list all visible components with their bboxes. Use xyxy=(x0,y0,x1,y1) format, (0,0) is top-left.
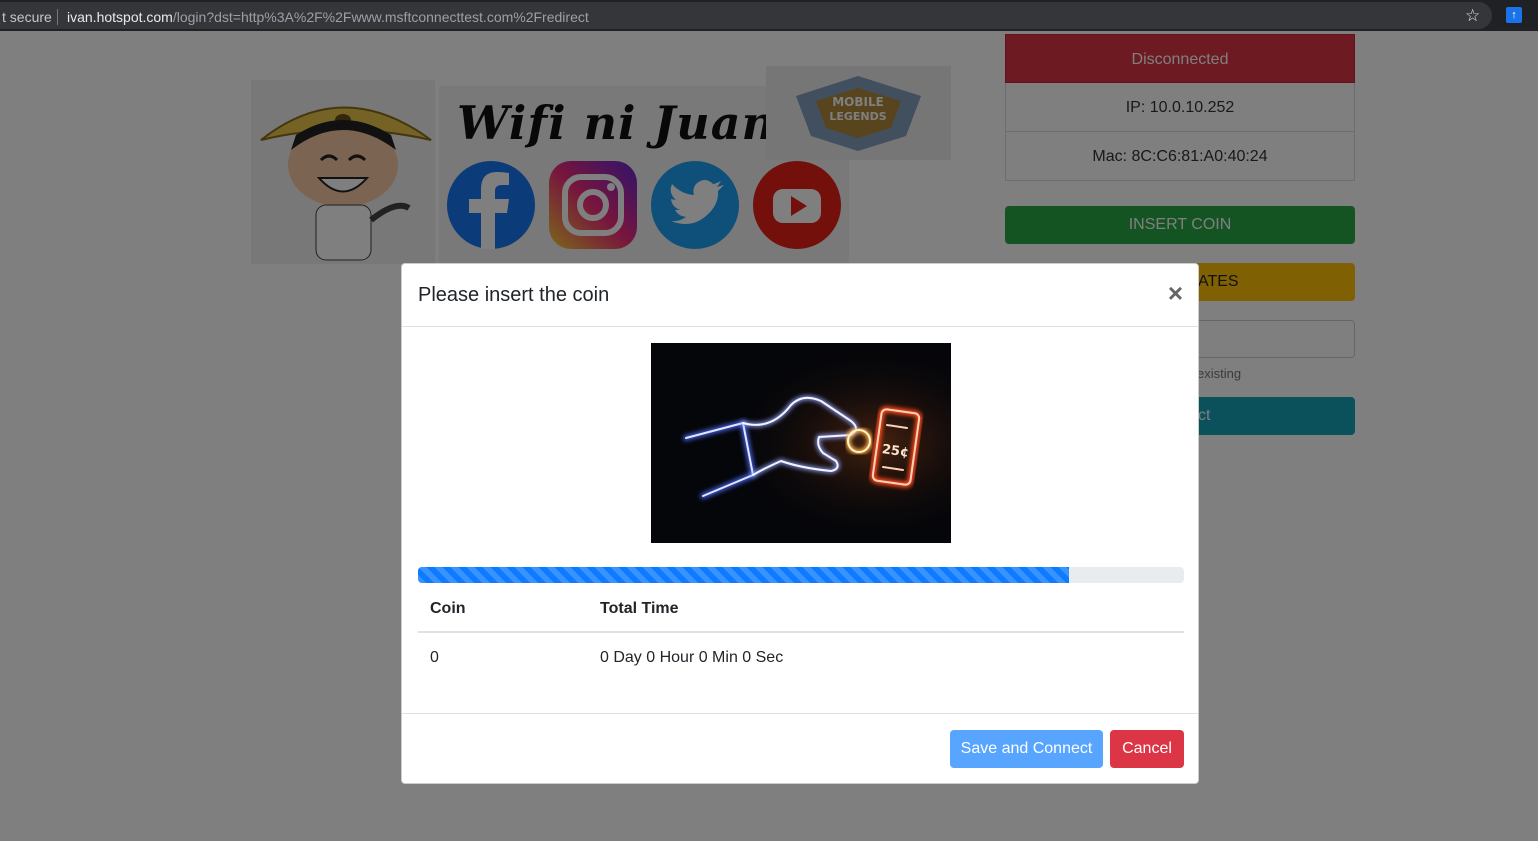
insert-coin-modal: Please insert the coin × 25¢ Coin Total … xyxy=(401,263,1199,784)
total-time-value: 0 Day 0 Hour 0 Min 0 Sec xyxy=(600,648,784,666)
table-header-row: Coin Total Time xyxy=(418,587,1184,633)
url-host: ivan.hotspot.com xyxy=(67,9,173,25)
url-path: /login?dst=http%3A%2F%2Fwww.msftconnectt… xyxy=(172,9,589,25)
column-header-total-time: Total Time xyxy=(588,587,1184,633)
coin-progress-bar xyxy=(418,567,1184,583)
coin-value: 0 xyxy=(430,648,439,666)
progress-fill xyxy=(418,567,1070,583)
url-text[interactable]: ivan.hotspot.com/login?dst=http%3A%2F%2F… xyxy=(67,9,589,25)
save-and-connect-button[interactable]: Save and Connect xyxy=(950,730,1103,768)
cancel-button[interactable]: Cancel xyxy=(1110,730,1184,768)
modal-title: Please insert the coin xyxy=(418,284,610,306)
coin-table: Coin Total Time 0 0 Day 0 Hour 0 Min 0 S… xyxy=(418,587,1184,682)
table-row: 0 0 Day 0 Hour 0 Min 0 Sec xyxy=(418,632,1184,682)
modal-header: Please insert the coin × xyxy=(402,264,1198,327)
bookmark-star-icon[interactable]: ☆ xyxy=(1465,6,1480,26)
insert-coin-illustration: 25¢ xyxy=(651,343,951,543)
column-header-coin: Coin xyxy=(418,587,588,633)
modal-footer: Save and Connect Cancel xyxy=(402,713,1198,783)
url-box[interactable]: t secure ivan.hotspot.com/login?dst=http… xyxy=(0,2,1492,29)
browser-address-bar: t secure ivan.hotspot.com/login?dst=http… xyxy=(0,0,1538,31)
security-label[interactable]: t secure xyxy=(2,9,52,25)
close-icon[interactable]: × xyxy=(1168,280,1183,306)
extension-icon[interactable]: ↑ xyxy=(1506,7,1522,23)
url-separator xyxy=(57,9,58,25)
